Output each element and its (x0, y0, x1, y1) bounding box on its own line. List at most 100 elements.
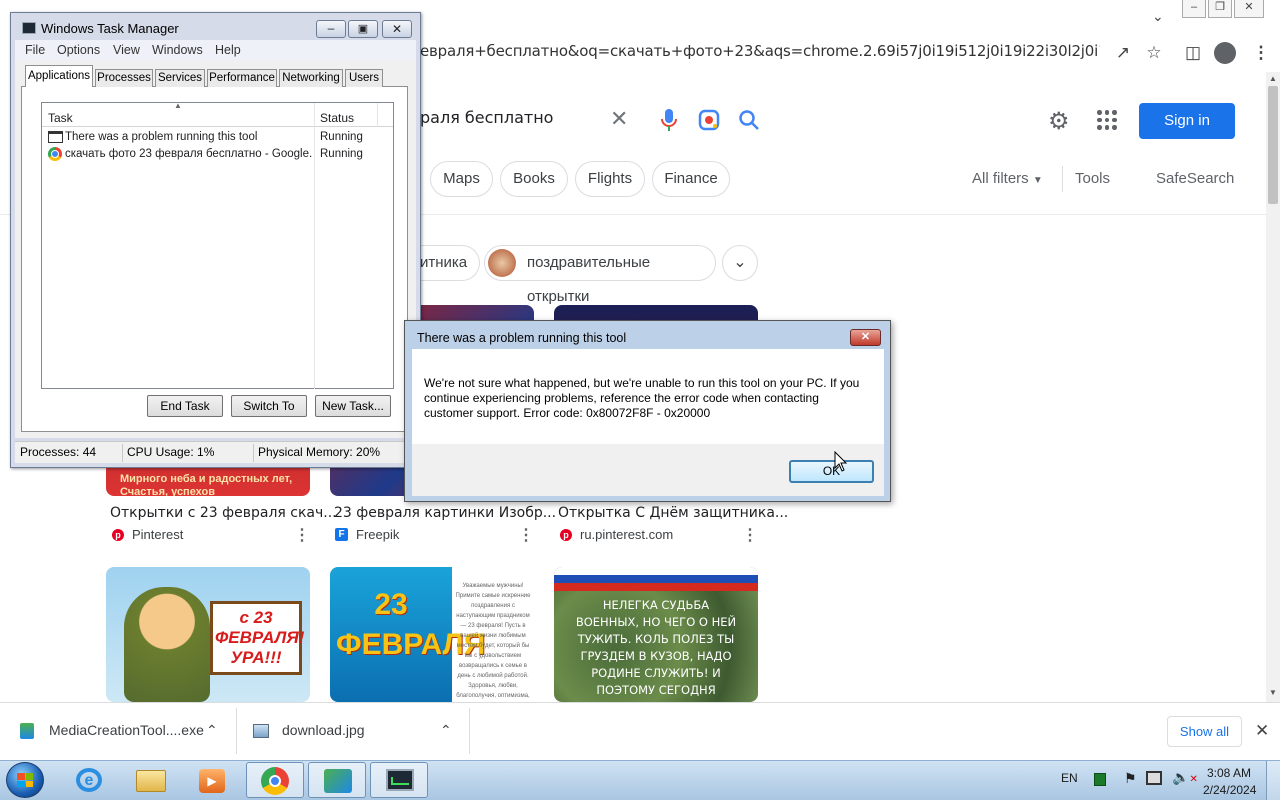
download-item-1-menu-icon[interactable]: ⌃ (206, 722, 218, 739)
menu-options[interactable]: Options (57, 43, 100, 57)
status-divider (253, 444, 254, 462)
new-task-button[interactable]: New Task... (315, 395, 391, 417)
scrollbar-thumb[interactable] (1268, 86, 1278, 204)
result-3-more-icon[interactable]: ⋮ (742, 525, 758, 545)
switch-to-button[interactable]: Switch To (231, 395, 307, 417)
column-header-task[interactable]: Task (48, 111, 73, 125)
page-scrollbar[interactable]: ▲ ▼ (1266, 72, 1280, 702)
download-item-2-menu-icon[interactable]: ⌃ (440, 722, 452, 739)
minimize-button[interactable]: – (1182, 0, 1206, 18)
taskbar-chrome[interactable] (246, 762, 304, 798)
exe-file-icon (20, 723, 34, 739)
close-downloads-icon[interactable]: ✕ (1255, 721, 1269, 741)
download-item-1[interactable]: MediaCreationTool....exe (49, 722, 204, 738)
tab-applications[interactable]: Applications (25, 65, 93, 87)
menu-view[interactable]: View (113, 43, 140, 57)
network-icon[interactable] (1146, 771, 1162, 785)
pinterest-icon: p (560, 529, 572, 541)
search-icon[interactable] (738, 109, 760, 131)
result-source-1[interactable]: Pinterest (132, 527, 183, 542)
chip-maps[interactable]: Maps (430, 161, 493, 197)
menu-windows[interactable]: Windows (152, 43, 203, 57)
related-chip-2[interactable]: поздравительные открытки (484, 245, 716, 305)
tm-close-button[interactable]: ✕ (382, 20, 412, 38)
tab-performance[interactable]: Performance (207, 69, 277, 87)
settings-gear-icon[interactable]: ⚙ (1048, 107, 1070, 136)
result-source-3[interactable]: ru.pinterest.com (580, 527, 673, 542)
voice-search-icon[interactable] (660, 108, 678, 132)
taskbar-media-player[interactable]: ▶ (183, 762, 241, 798)
windows-logo-icon (17, 773, 33, 787)
chrome-menu-icon[interactable]: ⋮ (1248, 40, 1274, 66)
scroll-up-arrow-icon[interactable]: ▲ (1269, 74, 1277, 83)
result-caption-1[interactable]: Открытки с 23 февраля скач... (110, 505, 337, 521)
start-button[interactable] (6, 762, 44, 798)
tm-minimize-button[interactable]: – (316, 20, 346, 38)
result-caption-3[interactable]: Открытка С Днём защитника... (558, 505, 788, 521)
action-center-flag-icon[interactable]: ⚑ (1124, 770, 1137, 787)
dialog-ok-button[interactable]: OK (789, 460, 874, 483)
address-bar-url[interactable]: евраля+бесплатно&oq=скачать+фото+23&aqs=… (420, 42, 1100, 64)
profile-avatar-icon[interactable] (1214, 42, 1236, 64)
safesearch-button[interactable]: SafeSearch (1156, 170, 1234, 187)
scroll-down-arrow-icon[interactable]: ▼ (1269, 688, 1277, 697)
restore-button[interactable]: ❐ (1208, 0, 1232, 18)
show-desktop-button[interactable] (1266, 761, 1280, 800)
end-task-button[interactable]: End Task (147, 395, 223, 417)
more-chips-button[interactable]: ⌄ (722, 245, 758, 281)
close-button[interactable]: ✕ (1234, 0, 1264, 18)
column-header-status[interactable]: Status (320, 111, 354, 125)
flag-ribbon (554, 567, 758, 591)
tab-users[interactable]: Users (345, 69, 383, 87)
dialog-close-button[interactable]: ✕ (850, 329, 881, 346)
tab-services[interactable]: Services (155, 69, 205, 87)
result-source-2[interactable]: Freepik (356, 527, 399, 542)
media-player-icon: ▶ (199, 769, 225, 793)
lens-search-icon[interactable] (698, 109, 720, 131)
bookmark-star-icon[interactable]: ☆ (1141, 40, 1167, 66)
share-icon[interactable]: ↗ (1110, 40, 1136, 66)
chip-finance[interactable]: Finance (652, 161, 730, 197)
google-apps-icon[interactable] (1097, 110, 1117, 130)
tools-button[interactable]: Tools (1075, 170, 1110, 187)
volume-muted-icon[interactable]: 🔈✕ (1172, 769, 1198, 786)
menu-help[interactable]: Help (215, 43, 241, 57)
clock-time[interactable]: 3:08 AM (1207, 766, 1251, 780)
soldier-cartoon (124, 587, 210, 702)
result-caption-2[interactable]: 23 февраля картинки Изобр... (334, 505, 556, 521)
result-1-more-icon[interactable]: ⋮ (294, 525, 310, 545)
task-list: Task ▲ Status There was a problem runnin… (41, 101, 394, 389)
tray-app-icon[interactable] (1094, 773, 1106, 786)
result-image-5-text: 23 ФЕВРАЛЯ (336, 588, 486, 661)
menu-file[interactable]: File (25, 43, 45, 57)
dialog-title: There was a problem running this tool (417, 331, 627, 345)
side-panel-icon[interactable]: ◫ (1180, 40, 1206, 66)
result-2-more-icon[interactable]: ⋮ (518, 525, 534, 545)
download-item-2[interactable]: download.jpg (282, 722, 365, 738)
status-cpu-usage: CPU Usage: 1% (127, 445, 215, 459)
tm-maximize-button[interactable]: ▣ (348, 20, 378, 38)
language-indicator[interactable]: EN (1061, 771, 1078, 785)
task-row-2[interactable]: скачать фото 23 февраля бесплатно - Goog… (42, 147, 393, 163)
result-image-4[interactable]: с 23 ФЕВРАЛЯ! УРА!!! (106, 567, 310, 702)
search-input[interactable]: раля бесплатно (420, 108, 553, 127)
task-row-1-name: There was a problem running this tool (65, 131, 258, 143)
tab-networking[interactable]: Networking (279, 69, 343, 87)
result-image-6[interactable]: НЕЛЕГКА СУДЬБА ВОЕННЫХ, НО ЧЕГО О НЕЙ ТУ… (554, 567, 758, 702)
clear-search-icon[interactable]: ✕ (610, 106, 628, 132)
tab-processes[interactable]: Processes (95, 69, 153, 87)
chip-flights[interactable]: Flights (575, 161, 645, 197)
taskbar-internet-explorer[interactable]: e (60, 762, 118, 798)
chip-books[interactable]: Books (500, 161, 568, 197)
clock-date[interactable]: 2/24/2024 (1203, 783, 1256, 797)
sign-in-button[interactable]: Sign in (1139, 103, 1235, 139)
taskbar-file-explorer[interactable] (122, 762, 180, 798)
taskbar-task-manager[interactable] (370, 762, 428, 798)
tab-search-chevron-icon[interactable]: ⌄ (1152, 8, 1164, 25)
taskbar-media-creation-tool[interactable] (308, 762, 366, 798)
result-image-5[interactable]: 23 ФЕВРАЛЯ Уважаемые мужчины! Примите са… (330, 567, 534, 702)
all-filters-button[interactable]: All filters ▼ (972, 170, 1043, 187)
status-processes: Processes: 44 (20, 445, 97, 459)
show-all-downloads-button[interactable]: Show all (1167, 716, 1242, 747)
task-row-1[interactable]: There was a problem running this tool Ru… (42, 130, 393, 146)
